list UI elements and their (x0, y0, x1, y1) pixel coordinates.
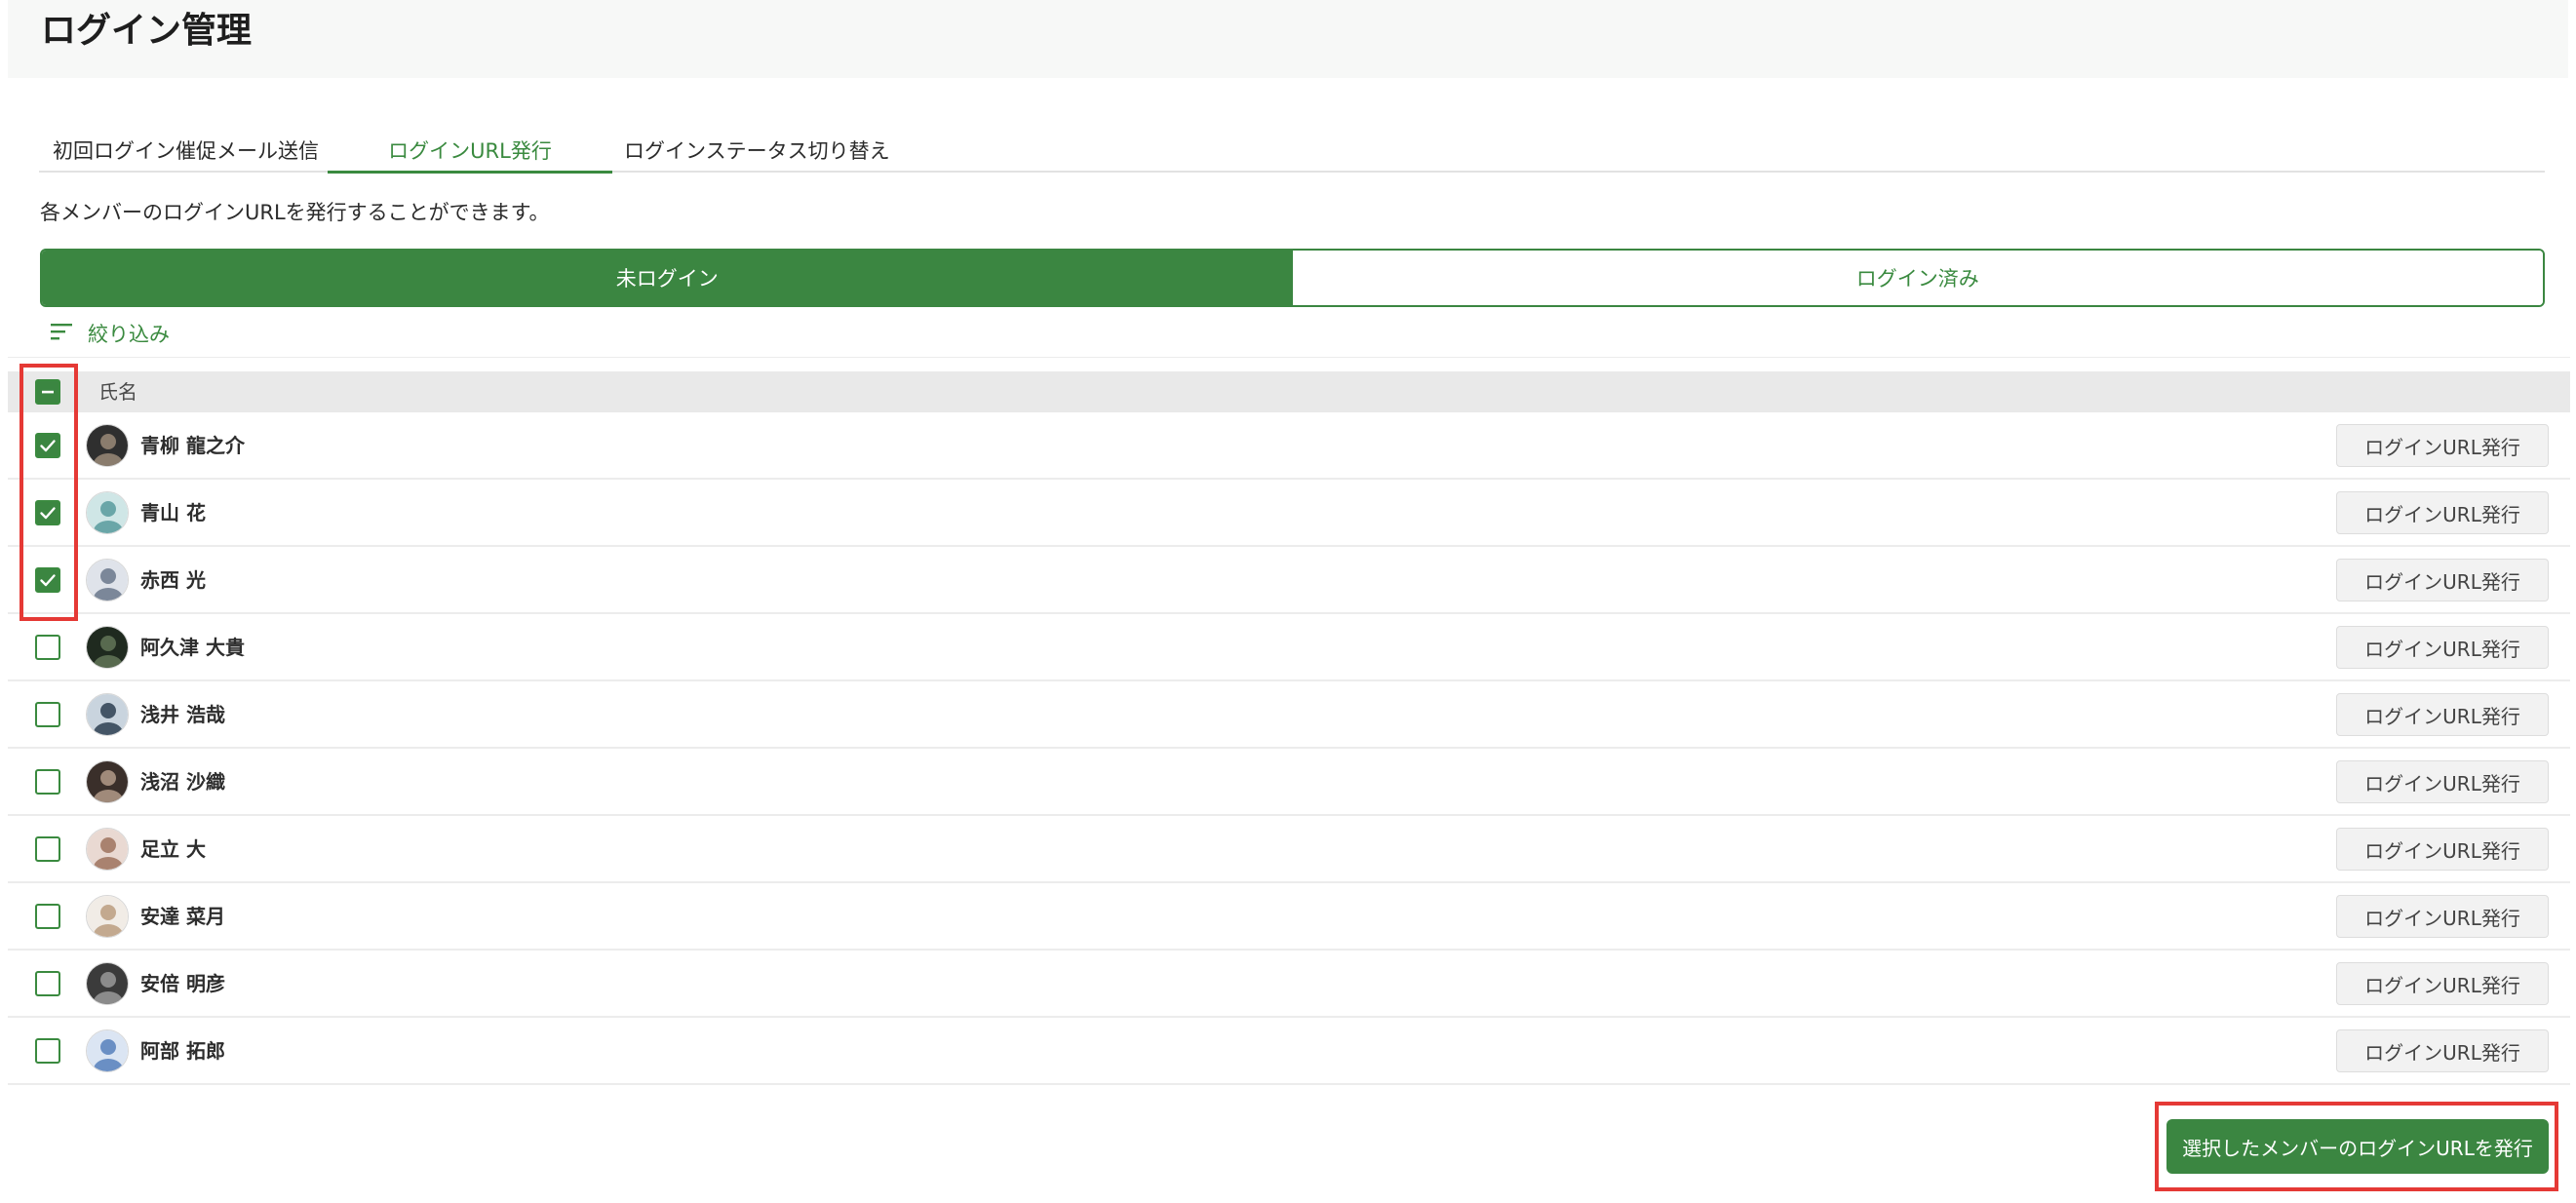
checkbox-unchecked-icon (35, 1038, 60, 1064)
checkbox-unchecked-icon (35, 702, 60, 727)
member-name: 青山 花 (140, 501, 206, 524)
table-row: 足立 大 ログインURL発行 (8, 816, 2570, 883)
issue-login-url-button[interactable]: ログインURL発行 (2336, 828, 2549, 871)
issue-selected-login-url-button[interactable]: 選択したメンバーのログインURLを発行 (2166, 1119, 2549, 1174)
issue-login-url-button[interactable]: ログインURL発行 (2336, 491, 2549, 534)
avatar (86, 491, 129, 534)
checkbox-unchecked-icon (35, 904, 60, 929)
column-header-name: 氏名 (98, 380, 137, 404)
table-row: 安達 菜月 ログインURL発行 (8, 883, 2570, 951)
member-name: 足立 大 (140, 837, 206, 861)
member-name: 浅沼 沙織 (140, 770, 225, 794)
divider (8, 357, 2570, 358)
member-table: 氏名 青柳 龍之介 ログインURL発行 青山 花 ログインURL発行 赤西 光 … (8, 357, 2570, 1085)
segment-not-logged-in[interactable]: 未ログイン (42, 251, 1293, 305)
member-name: 阿部 拓郎 (140, 1039, 225, 1063)
table-body: 青柳 龍之介 ログインURL発行 青山 花 ログインURL発行 赤西 光 ログイ… (8, 412, 2570, 1085)
table-row: 浅井 浩哉 ログインURL発行 (8, 681, 2570, 749)
row-checkbox[interactable] (35, 1038, 60, 1064)
issue-login-url-button[interactable]: ログインURL発行 (2336, 693, 2549, 736)
avatar (86, 962, 129, 1005)
avatar (86, 626, 129, 669)
issue-login-url-button[interactable]: ログインURL発行 (2336, 559, 2549, 602)
filter-button[interactable]: 絞り込み (51, 316, 170, 351)
member-name: 阿久津 大貴 (140, 636, 245, 659)
issue-login-url-button[interactable]: ログインURL発行 (2336, 626, 2549, 669)
table-row: 青山 花 ログインURL発行 (8, 480, 2570, 547)
avatar (86, 895, 129, 938)
avatar (86, 424, 129, 467)
avatar (86, 559, 129, 602)
page-description: 各メンバーのログインURLを発行することができます。 (40, 201, 550, 224)
table-row: 赤西 光 ログインURL発行 (8, 547, 2570, 614)
tab-login-url-issue[interactable]: ログインURL発行 (328, 132, 612, 174)
segment-logged-in[interactable]: ログイン済み (1292, 251, 2543, 305)
avatar (86, 1029, 129, 1072)
avatar (86, 693, 129, 736)
row-checkbox[interactable] (35, 971, 60, 996)
issue-login-url-button[interactable]: ログインURL発行 (2336, 760, 2549, 803)
page-title: ログイン管理 (41, 11, 253, 51)
issue-login-url-button[interactable]: ログインURL発行 (2336, 895, 2549, 938)
checkbox-unchecked-icon (35, 769, 60, 795)
avatar (86, 760, 129, 803)
member-name: 浅井 浩哉 (140, 703, 225, 726)
avatar (86, 828, 129, 871)
member-name: 安達 菜月 (140, 905, 225, 928)
member-name: 赤西 光 (140, 568, 206, 592)
checked-rows-highlight (20, 364, 78, 621)
checkbox-unchecked-icon (35, 971, 60, 996)
table-row: 青柳 龍之介 ログインURL発行 (8, 412, 2570, 480)
filter-label: 絞り込み (88, 323, 170, 346)
issue-login-url-button[interactable]: ログインURL発行 (2336, 424, 2549, 467)
row-checkbox[interactable] (35, 769, 60, 795)
row-checkbox[interactable] (35, 635, 60, 660)
checkbox-unchecked-icon (35, 836, 60, 862)
table-row: 安倍 明彦 ログインURL発行 (8, 951, 2570, 1018)
page-header: ログイン管理 (8, 0, 2568, 78)
issue-login-url-button[interactable]: ログインURL発行 (2336, 962, 2549, 1005)
member-name: 安倍 明彦 (140, 972, 225, 995)
row-checkbox[interactable] (35, 836, 60, 862)
filter-icon (51, 322, 74, 346)
table-header: 氏名 (8, 371, 2570, 412)
row-checkbox[interactable] (35, 702, 60, 727)
tab-bar: 初回ログイン催促メール送信 ログインURL発行 ログインステータス切り替え (39, 132, 2545, 174)
issue-login-url-button[interactable]: ログインURL発行 (2336, 1029, 2549, 1072)
table-row: 阿部 拓郎 ログインURL発行 (8, 1018, 2570, 1085)
table-row: 阿久津 大貴 ログインURL発行 (8, 614, 2570, 681)
login-status-segmented-control: 未ログイン ログイン済み (40, 249, 2545, 307)
checkbox-unchecked-icon (35, 635, 60, 660)
table-row: 浅沼 沙織 ログインURL発行 (8, 749, 2570, 816)
tab-login-status-switch[interactable]: ログインステータス切り替え (624, 132, 975, 173)
row-checkbox[interactable] (35, 904, 60, 929)
member-name: 青柳 龍之介 (140, 434, 245, 457)
tab-first-login-reminder[interactable]: 初回ログイン催促メール送信 (53, 132, 345, 173)
